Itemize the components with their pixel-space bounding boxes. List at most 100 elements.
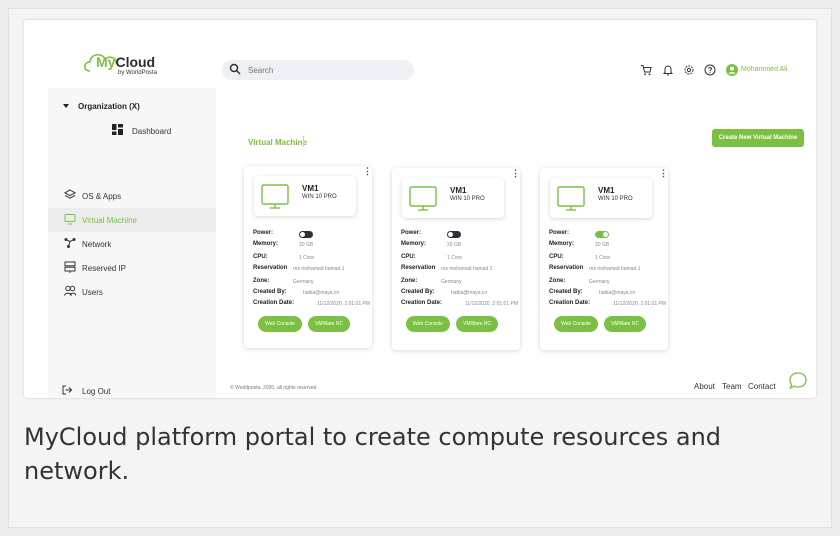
vm-card[interactable]: VM1 WIN 10 PRO ⋮ Power: Memory: 20 GB CPU: 1 Co…: [392, 168, 520, 350]
field-label: Created By:: [401, 289, 435, 295]
field-label: Reservation: [549, 265, 584, 271]
sidebar-item-label: Users: [82, 288, 103, 297]
sidebar-item-label: OS & Apps: [82, 192, 122, 201]
logout-button[interactable]: Log Out: [48, 378, 216, 398]
field-label: Memory:: [401, 241, 427, 247]
more-menu-icon[interactable]: ⋮: [363, 167, 372, 176]
field-label: CPU:: [253, 254, 268, 260]
vm-os: WIN 10 PRO: [598, 196, 633, 202]
logo-subtitle: by WorldPosta: [118, 70, 157, 76]
vm-card[interactable]: VM1 WIN 10 PRO ⋮ Power: Memory: 20 GB CPU: 1 Co…: [540, 168, 668, 350]
vm-os: WIN 10 PRO: [450, 196, 485, 202]
field-value: hattia@maya.co: [451, 289, 488, 296]
bell-icon[interactable]: [662, 64, 674, 76]
field-label: Creation Date:: [401, 300, 443, 306]
logo-cloud: Cloud: [115, 54, 156, 70]
vm-header: VM1 WIN 10 PRO: [550, 178, 652, 218]
sidebar-item-dashboard[interactable]: Dashboard: [48, 119, 216, 143]
vmware-rc-button[interactable]: VMWare RC: [456, 316, 498, 332]
main-content: Virtual Machine Create New Virtual Machi…: [216, 88, 816, 398]
monitor-icon: [557, 186, 585, 211]
mycloud-logo[interactable]: MyCloud by WorldPosta: [82, 50, 160, 76]
create-vm-button[interactable]: Create New Virtual Machine: [712, 129, 804, 147]
field-value: res mohamad hamad 1: [589, 265, 641, 272]
chat-icon[interactable]: [788, 371, 808, 391]
field-label: Power:: [549, 230, 570, 236]
toggle-knob: [603, 232, 608, 237]
field-label: Power:: [401, 230, 422, 236]
field-value: 20 GB: [447, 241, 462, 248]
network-icon: [64, 238, 76, 248]
sidebar-item-virtual-machine[interactable]: Virtual Machine: [48, 208, 216, 232]
search-icon: [229, 63, 241, 75]
field-label: CPU:: [401, 254, 416, 260]
gear-icon[interactable]: [683, 64, 695, 76]
sidebar-item-label: Network: [82, 240, 112, 249]
sidebar-item-os-apps[interactable]: OS & Apps: [48, 184, 216, 208]
field-label: Creation Date:: [253, 300, 295, 306]
vm-header: VM1 WIN 10 PRO: [254, 176, 356, 216]
layers-icon: [64, 189, 76, 199]
sidebar-item-reserved-ip[interactable]: Reserved IP: [48, 256, 216, 280]
field-value: Germany: [589, 278, 610, 285]
footer-copyright: © Worldposta. 2020. all rights reserved: [230, 385, 317, 391]
field-label: Zone:: [401, 278, 418, 284]
dashboard-icon: [112, 124, 123, 135]
vm-card[interactable]: VM1 WIN 10 PRO ⋮ Power: Memory: 20 GB CPU: 1 Co…: [244, 166, 372, 348]
vm-name: VM1: [598, 186, 615, 195]
power-toggle[interactable]: [447, 231, 461, 238]
sidebar-item-label: Dashboard: [132, 127, 172, 136]
field-value: res mohamad hamad 1: [441, 265, 493, 272]
monitor-icon: [409, 186, 437, 211]
logout-icon: [62, 385, 72, 395]
monitor-icon: [64, 214, 76, 225]
toggle-knob: [300, 232, 305, 237]
field-value: hattia@maya.co: [599, 289, 636, 296]
user-icon: [726, 64, 738, 76]
power-toggle[interactable]: [299, 231, 313, 238]
field-value: 20 GB: [595, 241, 610, 248]
web-console-button[interactable]: Web Console: [554, 316, 598, 332]
field-label: Reservation: [253, 265, 288, 271]
web-console-button[interactable]: Web Console: [406, 316, 450, 332]
vmware-rc-button[interactable]: VMWare RC: [308, 316, 350, 332]
more-menu-icon[interactable]: ⋮: [511, 169, 520, 178]
sidebar-org-label: Organization (X): [78, 102, 140, 111]
vmware-rc-button[interactable]: VMWare RC: [604, 316, 646, 332]
field-value: Germany: [293, 278, 314, 285]
search-input[interactable]: [248, 62, 398, 78]
field-value: 1 Core: [447, 254, 463, 261]
web-console-button[interactable]: Web Console: [258, 316, 302, 332]
footer-link-about[interactable]: About: [694, 382, 715, 391]
sidebar: Organization (X) Dashboard OS & Apps Vir…: [48, 88, 216, 398]
field-label: Created By:: [549, 289, 583, 295]
footer-link-contact[interactable]: Contact: [748, 382, 776, 391]
sidebar-item-users[interactable]: Users: [48, 280, 216, 304]
cart-icon[interactable]: [640, 64, 652, 76]
more-menu-icon[interactable]: ⋮: [659, 169, 668, 178]
vm-name: VM1: [450, 186, 467, 195]
field-label: CPU:: [549, 254, 564, 260]
field-value: 1 Core: [595, 254, 611, 261]
logo-my: My: [96, 54, 116, 70]
field-label: Created By:: [253, 289, 287, 295]
field-value: 1 Core: [299, 254, 315, 261]
field-label: Zone:: [549, 278, 566, 284]
sidebar-item-label: Virtual Machine: [82, 216, 137, 225]
server-icon: [64, 261, 76, 273]
footer-link-team[interactable]: Team: [722, 382, 742, 391]
field-label: Power:: [253, 230, 274, 236]
field-value: 20 GB: [299, 241, 314, 248]
help-icon[interactable]: [704, 64, 716, 76]
sidebar-item-network[interactable]: Network: [48, 232, 216, 256]
field-label: Reservation: [401, 265, 436, 271]
sidebar-org-selector[interactable]: Organization (X): [48, 95, 216, 119]
sidebar-item-label: Reserved IP: [82, 264, 127, 273]
caption-text: MyCloud platform portal to create comput…: [24, 423, 722, 485]
field-label: Memory:: [549, 241, 575, 247]
search-bar[interactable]: [222, 60, 414, 80]
field-value: 11/12/2020, 2:01:01 PM: [317, 300, 371, 307]
vm-os: WIN 10 PRO: [302, 194, 337, 200]
power-toggle[interactable]: [595, 231, 609, 238]
title-divider: [303, 136, 304, 147]
